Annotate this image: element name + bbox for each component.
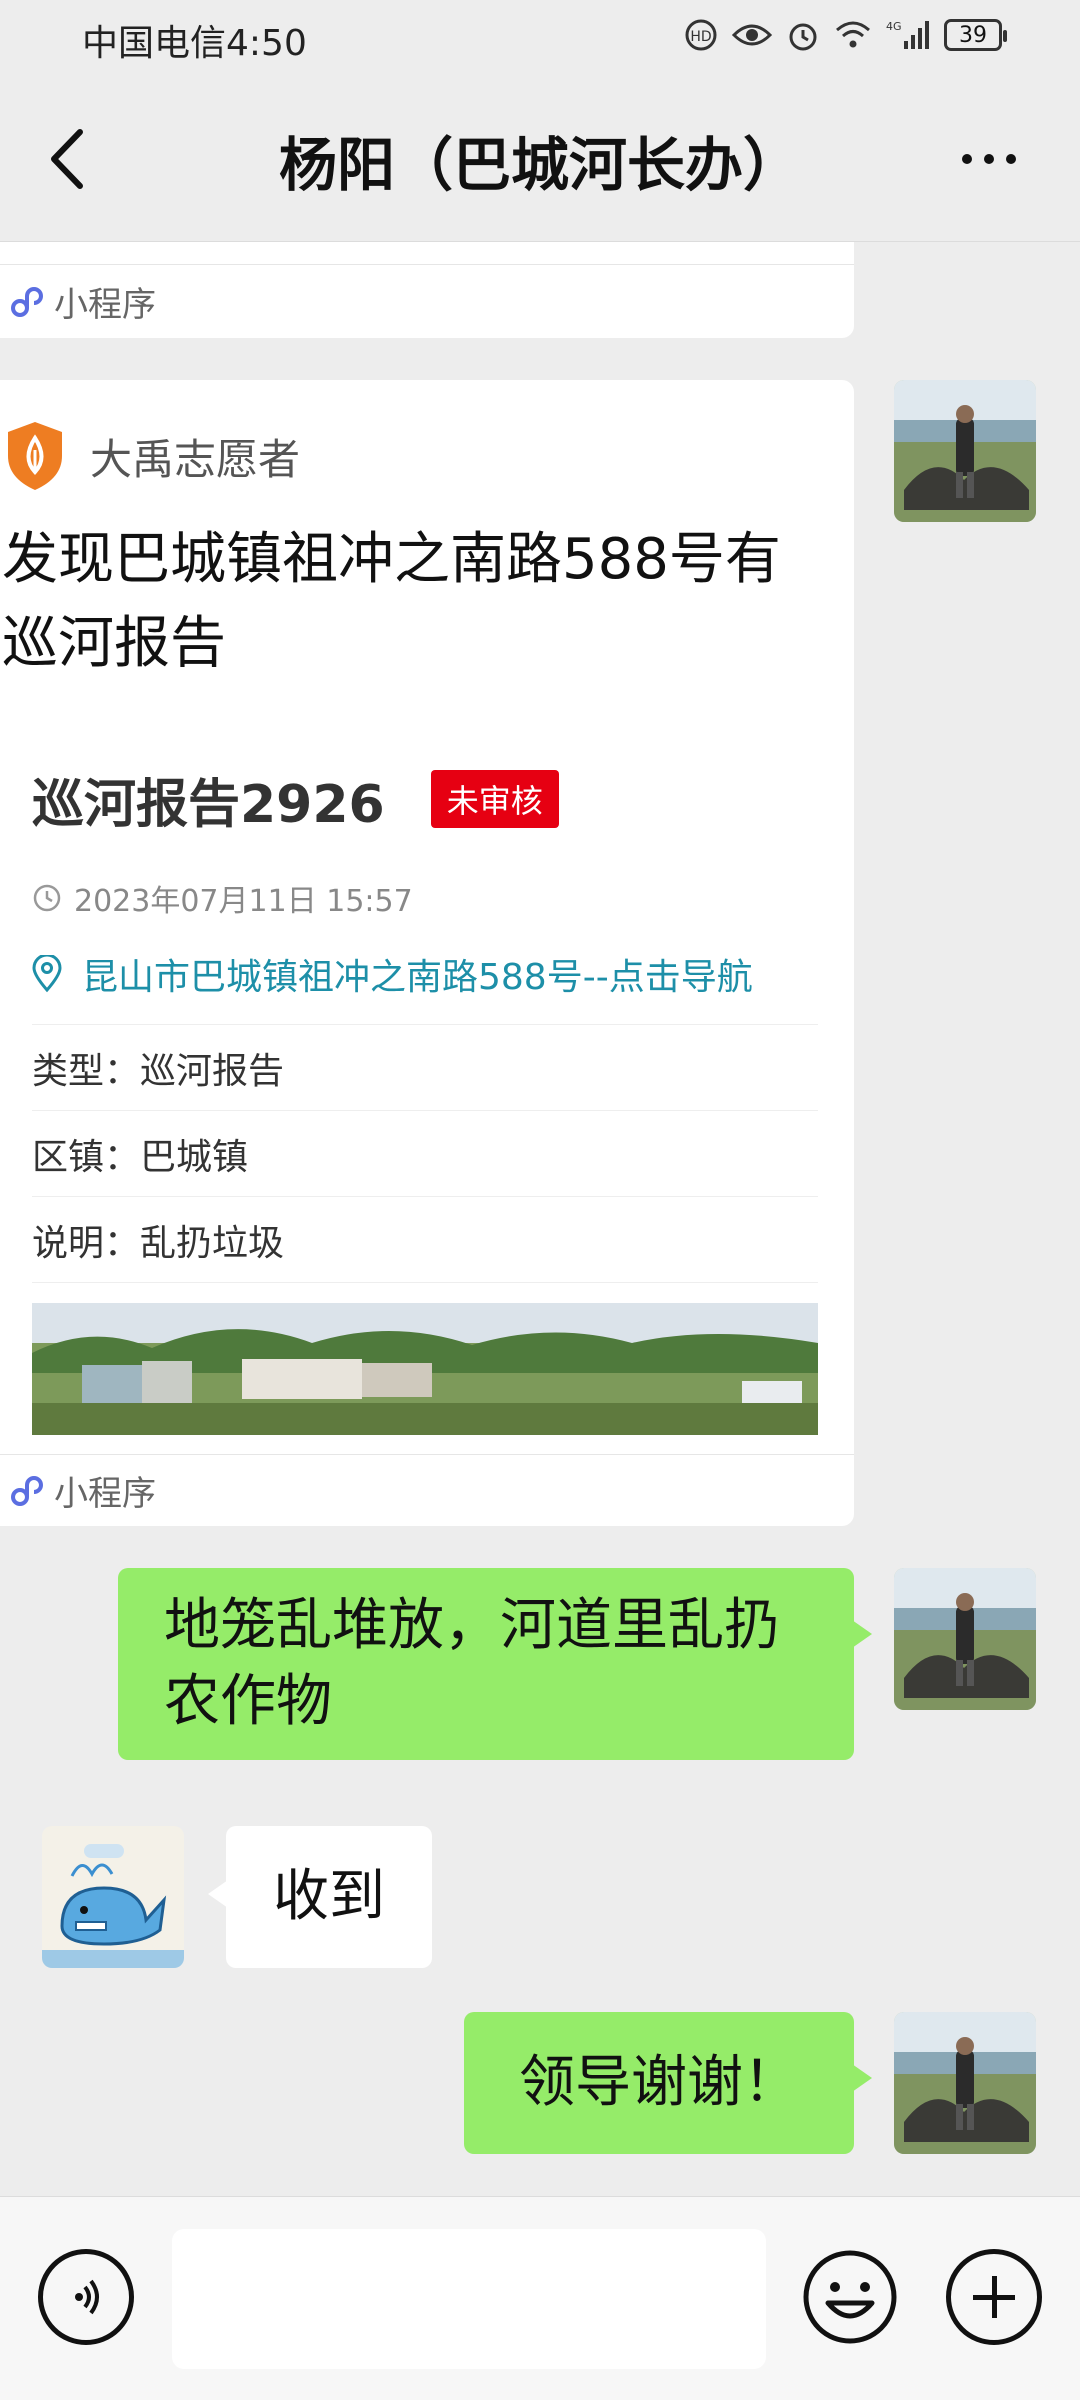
hd-icon: HD bbox=[684, 18, 718, 52]
message-input[interactable] bbox=[172, 2229, 766, 2369]
report-location[interactable]: 昆山市巴城镇祖冲之南路588号--点击导航 bbox=[32, 948, 818, 1000]
voice-button[interactable] bbox=[38, 2249, 134, 2345]
location-pin-icon bbox=[32, 955, 62, 993]
contact-avatar[interactable] bbox=[42, 1826, 184, 1968]
svg-text:4G: 4G bbox=[886, 20, 902, 33]
status-bar: 中国电信4:50 HD 4G 39 bbox=[0, 0, 1080, 72]
report-time-text: 2023年07月11日 15:57 bbox=[74, 884, 413, 919]
mini-program-card-partial[interactable]: 小程序 bbox=[0, 242, 854, 338]
report-row-district: 区镇：巴城镇 bbox=[32, 1111, 818, 1197]
card-source-name: 大禹志愿者 bbox=[90, 434, 301, 484]
chat-title: 杨阳（巴城河长办） bbox=[278, 131, 801, 199]
plus-button[interactable] bbox=[946, 2249, 1042, 2345]
carrier-time: 中国电信4:50 bbox=[82, 23, 307, 64]
received-message-text: 收到 bbox=[273, 1864, 385, 1929]
more-button[interactable] bbox=[962, 144, 1032, 174]
status-badge: 未审核 bbox=[430, 770, 559, 828]
mini-program-icon bbox=[11, 286, 43, 317]
report-detail-rows: 类型：巡河报告 区镇：巴城镇 说明：乱扔垃圾 bbox=[32, 1024, 818, 1283]
report-row-description: 说明：乱扔垃圾 bbox=[32, 1197, 818, 1283]
battery-icon: 39 bbox=[944, 19, 1007, 51]
alarm-icon bbox=[786, 18, 820, 52]
signal-icon: 4G bbox=[886, 19, 930, 51]
sent-message-text: 领导谢谢！ bbox=[519, 2050, 799, 2115]
title-bar: 杨阳（巴城河长办） bbox=[0, 72, 1080, 242]
mini-program-label: 小程序 bbox=[54, 1474, 156, 1514]
wifi-icon bbox=[834, 20, 872, 50]
card-source: 大禹志愿者 bbox=[4, 420, 300, 492]
mini-program-label: 小程序 bbox=[54, 285, 156, 325]
report-photo bbox=[32, 1303, 818, 1435]
eye-icon bbox=[732, 21, 772, 49]
my-avatar[interactable] bbox=[894, 380, 1036, 522]
card-footer: 小程序 bbox=[0, 1454, 854, 1526]
input-bar bbox=[0, 2196, 1080, 2400]
shield-leaf-icon bbox=[8, 422, 62, 490]
status-icons: HD 4G 39 bbox=[684, 18, 1007, 52]
report-time: 2023年07月11日 15:57 bbox=[32, 876, 818, 920]
emoji-icon bbox=[803, 2250, 897, 2344]
report-preview: 巡河报告2926 未审核 2023年07月11日 15:57 昆山市巴城镇祖冲之… bbox=[32, 758, 818, 1435]
sent-message-bubble[interactable]: 领导谢谢！ bbox=[464, 2012, 872, 2154]
report-row-type: 类型：巡河报告 bbox=[32, 1025, 818, 1111]
my-avatar[interactable] bbox=[894, 1568, 1036, 1710]
card-description: 发现巴城镇祖冲之南路588号有巡河报告 bbox=[2, 527, 781, 676]
report-title: 巡河报告2926 bbox=[32, 774, 385, 835]
sent-message-bubble[interactable]: 地笼乱堆放，河道里乱扔农作物 bbox=[118, 1568, 872, 1760]
mini-program-icon bbox=[11, 1475, 43, 1506]
voice-icon bbox=[75, 2279, 99, 2315]
card-footer: 小程序 bbox=[0, 264, 854, 338]
received-message-bubble[interactable]: 收到 bbox=[208, 1826, 432, 1968]
clock-icon bbox=[33, 884, 61, 912]
svg-text:HD: HD bbox=[690, 29, 711, 45]
report-location-text[interactable]: 昆山市巴城镇祖冲之南路588号--点击导航 bbox=[82, 948, 753, 1000]
more-icon bbox=[962, 154, 972, 164]
my-avatar[interactable] bbox=[894, 2012, 1036, 2154]
emoji-button[interactable] bbox=[802, 2249, 898, 2345]
sent-message-text: 地笼乱堆放，河道里乱扔农作物 bbox=[164, 1593, 780, 1734]
patrol-report-card[interactable]: 大禹志愿者 发现巴城镇祖冲之南路588号有巡河报告 巡河报告2926 未审核 2… bbox=[0, 380, 854, 1526]
